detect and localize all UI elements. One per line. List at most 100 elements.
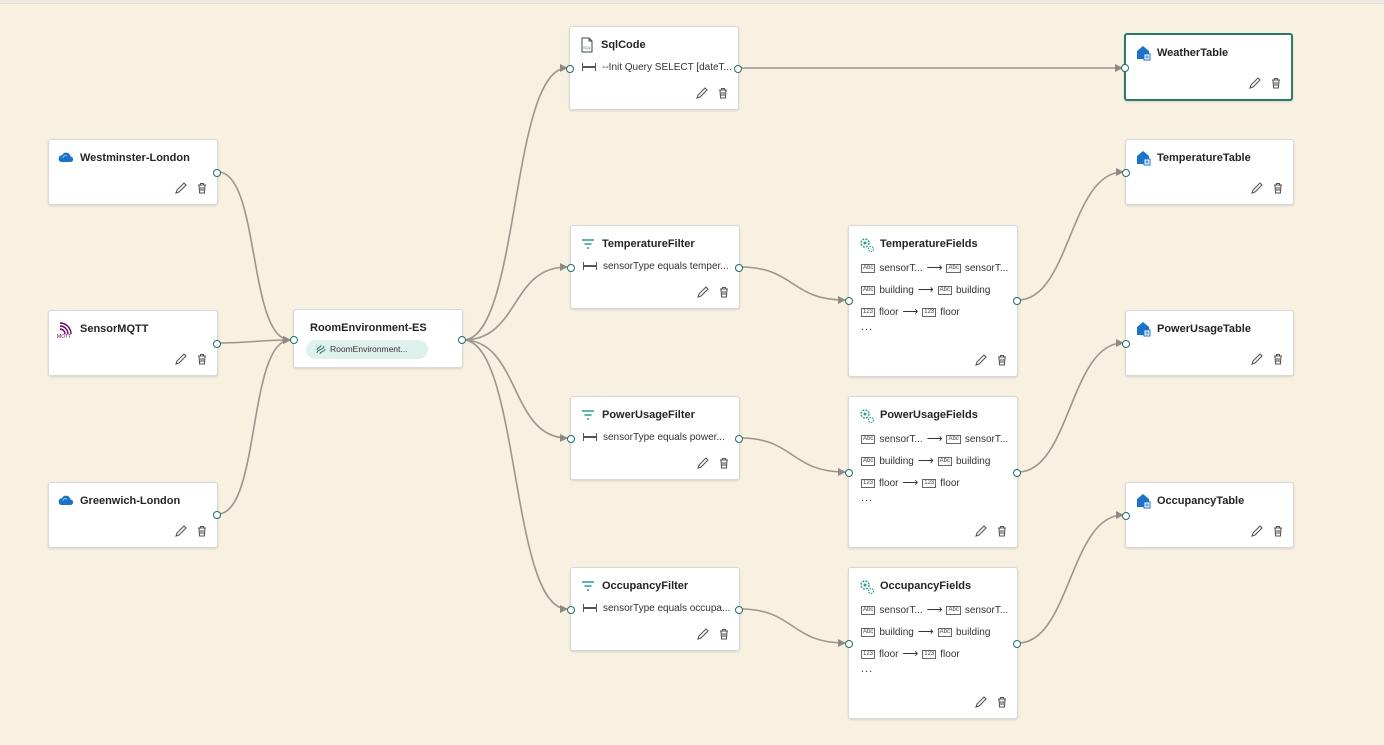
table-node-occupancy[interactable]: OccupancyTable — [1122, 482, 1294, 548]
delete-icon[interactable] — [1269, 76, 1283, 90]
string-type-icon: Abc — [937, 627, 952, 637]
output-port[interactable] — [1013, 297, 1021, 305]
field-mapping-row: Abc sensorT... ⟶ Abc sensorT... — [861, 432, 1008, 445]
table-node-powerusage[interactable]: PowerUsageTable — [1122, 310, 1294, 376]
delete-icon[interactable] — [717, 627, 731, 641]
input-port[interactable] — [567, 435, 575, 443]
field-source: building — [879, 456, 914, 467]
kql-table-icon — [1137, 151, 1151, 166]
delete-icon[interactable] — [1271, 524, 1285, 538]
edit-icon[interactable] — [696, 456, 710, 470]
field-mapping-row: Abc sensorT... ⟶ Abc sensorT... — [861, 603, 1008, 616]
edge-tempfilter-to-tempfields — [739, 266, 846, 304]
input-port[interactable] — [845, 640, 853, 648]
input-port[interactable] — [566, 65, 574, 73]
table-node-weather[interactable]: WeatherTable — [1121, 33, 1293, 101]
input-port[interactable] — [845, 297, 853, 305]
field-mapping-row: 123 floor ⟶ 123 floor — [861, 305, 960, 318]
output-port[interactable] — [735, 264, 743, 272]
manage-fields-gear-icon — [860, 580, 875, 595]
field-source: sensorT... — [879, 263, 923, 274]
delete-icon[interactable] — [195, 181, 209, 195]
edit-icon[interactable] — [174, 181, 188, 195]
edge-stream-to-powerfilter — [462, 339, 568, 442]
edge-greenwich-to-stream — [217, 336, 291, 515]
eventstream-node[interactable]: RoomEnvironment-ES RoomEnvironment... — [290, 309, 466, 368]
edit-icon[interactable] — [174, 524, 188, 538]
edit-icon[interactable] — [1250, 352, 1264, 366]
delete-icon[interactable] — [1271, 181, 1285, 195]
delete-icon[interactable] — [195, 524, 209, 538]
string-type-icon: Abc — [861, 285, 876, 295]
input-port[interactable] — [1122, 512, 1130, 520]
sql-file-icon: SQL — [581, 37, 593, 53]
input-port[interactable] — [290, 336, 298, 344]
delete-icon[interactable] — [195, 352, 209, 366]
output-port[interactable] — [1013, 469, 1021, 477]
more-fields-indicator: ... — [861, 492, 874, 504]
filter-node-occupancy[interactable]: OccupancyFilter sensorType equals occupa… — [567, 567, 743, 651]
output-port[interactable] — [458, 336, 466, 344]
edit-icon[interactable] — [974, 353, 988, 367]
arrow-right-icon: ⟶ — [926, 604, 943, 616]
edit-icon[interactable] — [695, 86, 709, 100]
arrow-right-icon: ⟶ — [926, 262, 943, 274]
fields-node-powerusage[interactable]: PowerUsageFields Abc sensorT... ⟶ Abc sensor… — [845, 396, 1021, 548]
edit-icon[interactable] — [974, 524, 988, 538]
node-title: TemperatureFields — [880, 238, 978, 250]
string-type-icon: Abc — [946, 263, 961, 273]
svg-text:MQTT: MQTT — [57, 334, 71, 338]
field-target: building — [955, 456, 991, 467]
edge-powerfilter-to-powerfields — [739, 437, 846, 476]
condition-icon — [583, 604, 597, 613]
edit-icon[interactable] — [696, 627, 710, 641]
sql-node[interactable]: SQL SqlCode --Init Query SELECT [dateT..… — [566, 26, 742, 110]
arrow-right-icon: ⟶ — [902, 648, 919, 660]
delete-icon[interactable] — [717, 285, 731, 299]
input-port[interactable] — [1122, 169, 1130, 177]
delete-icon[interactable] — [995, 695, 1009, 709]
output-port[interactable] — [213, 340, 221, 348]
edit-icon[interactable] — [1250, 524, 1264, 538]
number-type-icon: 123 — [861, 649, 876, 659]
filter-node-powerusage[interactable]: PowerUsageFilter sensorType equals power… — [567, 396, 743, 480]
fields-node-temperature[interactable]: TemperatureFields Abc sensorT... ⟶ Abc senso… — [845, 225, 1021, 377]
delete-icon[interactable] — [995, 353, 1009, 367]
input-port[interactable] — [845, 469, 853, 477]
edge-stream-to-occfilter — [462, 339, 568, 613]
field-mapping-row: Abc building ⟶ Abc building — [861, 283, 990, 296]
output-port[interactable] — [735, 606, 743, 614]
edit-icon[interactable] — [1250, 181, 1264, 195]
output-port[interactable] — [1013, 640, 1021, 648]
field-mapping-row: 123 floor ⟶ 123 floor — [861, 647, 960, 660]
delete-icon[interactable] — [716, 86, 730, 100]
delete-icon[interactable] — [995, 524, 1009, 538]
node-title: RoomEnvironment-ES — [310, 322, 427, 334]
arrow-right-icon: ⟶ — [917, 284, 934, 296]
edit-icon[interactable] — [1248, 76, 1262, 90]
string-type-icon: Abc — [861, 434, 876, 444]
filter-node-temperature[interactable]: TemperatureFilter sensorType equals temp… — [567, 225, 743, 309]
input-port[interactable] — [567, 606, 575, 614]
output-port[interactable] — [213, 169, 221, 177]
delete-icon[interactable] — [717, 456, 731, 470]
fields-node-occupancy[interactable]: OccupancyFields Abc sensorT... ⟶ Abc sensorT… — [845, 567, 1021, 719]
delete-icon[interactable] — [1271, 352, 1285, 366]
field-target: sensorT... — [964, 434, 1009, 445]
edge-powerfields-to-powertable — [1017, 339, 1124, 473]
source-node-sensormqtt[interactable]: MQTT SensorMQTT — [48, 310, 221, 376]
output-port[interactable] — [734, 65, 742, 73]
output-port[interactable] — [735, 435, 743, 443]
edit-icon[interactable] — [974, 695, 988, 709]
sql-code-line: --Init Query SELECT [dateT... — [582, 62, 732, 73]
output-port[interactable] — [213, 511, 221, 519]
source-node-westminster[interactable]: Westminster-London — [48, 139, 221, 205]
input-port[interactable] — [1121, 64, 1129, 72]
table-node-temperature[interactable]: TemperatureTable — [1122, 139, 1294, 205]
field-target: building — [955, 285, 991, 296]
edit-icon[interactable] — [174, 352, 188, 366]
edit-icon[interactable] — [696, 285, 710, 299]
input-port[interactable] — [1122, 340, 1130, 348]
source-node-greenwich[interactable]: Greenwich-London — [48, 482, 221, 548]
input-port[interactable] — [567, 264, 575, 272]
